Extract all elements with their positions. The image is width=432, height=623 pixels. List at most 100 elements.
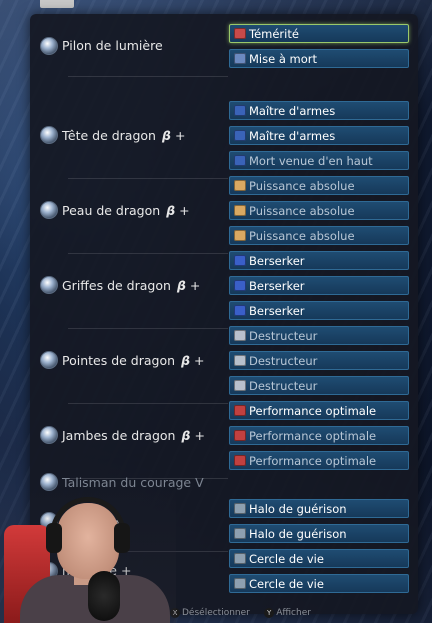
decoration-icon: [234, 528, 246, 539]
skill-slot[interactable]: Halo de guérison: [229, 524, 409, 543]
decoration-icon: [234, 180, 246, 191]
rank-beta: β: [176, 277, 186, 293]
decoration-icon: [234, 455, 246, 466]
piece-name: Tête de dragon: [62, 127, 156, 143]
skill-slot[interactable]: Destructeur: [229, 376, 409, 395]
skill-label: Témérité: [249, 26, 299, 41]
skill-label: Puissance absolue: [249, 203, 355, 218]
decoration-icon: [234, 430, 246, 441]
show-hint[interactable]: Afficher: [276, 608, 311, 618]
row-divider: [68, 253, 228, 254]
armor-piece-icon: [40, 426, 58, 444]
skill-slot[interactable]: Berserker: [229, 276, 409, 295]
skill-label: Destructeur: [249, 353, 318, 368]
decoration-icon: [234, 28, 246, 39]
skill-label: Destructeur: [249, 328, 318, 343]
piece-name: Griffes de dragon: [62, 277, 171, 293]
skill-label: Halo de guérison: [249, 526, 347, 541]
decoration-icon: [234, 330, 246, 341]
rank-plus: +: [194, 427, 205, 443]
piece-name: Pointes de dragon: [62, 352, 176, 368]
skill-label: Performance optimale: [249, 428, 377, 443]
skill-slot[interactable]: Puissance absolue: [229, 226, 409, 245]
rank-beta: β: [181, 427, 191, 443]
rank-plus: +: [174, 127, 186, 143]
skill-label: Puissance absolue: [249, 228, 355, 243]
rank-beta: β: [181, 352, 191, 368]
skill-label: Berserker: [249, 278, 305, 293]
equipment-piece[interactable]: Peau de dragon β +: [40, 201, 190, 219]
skill-label: Puissance absolue: [249, 178, 355, 193]
decoration-icon: [234, 578, 246, 589]
decoration-icon: [234, 130, 246, 141]
decoration-icon: [234, 405, 246, 416]
headset-right-ear: [114, 523, 130, 553]
skill-slot[interactable]: Destructeur: [229, 326, 409, 345]
piece-name: Jambes de dragon: [62, 427, 176, 443]
skill-slot[interactable]: Performance optimale: [229, 426, 409, 445]
skill-slot[interactable]: Performance optimale: [229, 401, 409, 420]
armor-piece-icon: [40, 351, 58, 369]
skill-label: Mort venue d'en haut: [249, 153, 373, 168]
skill-slot[interactable]: Témérité: [229, 24, 409, 43]
skill-slot[interactable]: Mise à mort: [229, 49, 409, 68]
piece-name: Peau de dragon: [62, 202, 161, 218]
skill-slot[interactable]: Destructeur: [229, 351, 409, 370]
skill-slot[interactable]: Puissance absolue: [229, 176, 409, 195]
equipment-piece[interactable]: Griffes de dragon β +: [40, 276, 200, 294]
skill-label: Halo de guérison: [249, 501, 347, 516]
skill-label: Cercle de vie: [249, 576, 324, 591]
decoration-icon: [234, 155, 246, 166]
row-divider: [68, 178, 228, 179]
skill-label: Berserker: [249, 303, 305, 318]
skill-slot[interactable]: Puissance absolue: [229, 201, 409, 220]
armor-piece-icon: [40, 201, 58, 219]
skill-label: Performance optimale: [249, 453, 377, 468]
armor-piece-icon: [40, 36, 58, 55]
rank-plus: +: [189, 277, 201, 293]
decoration-icon: [234, 355, 246, 366]
skill-label: Cercle de vie: [249, 551, 324, 566]
decoration-icon: [234, 230, 246, 241]
rank-beta: β: [166, 202, 176, 218]
skill-slot[interactable]: Maître d'armes: [229, 101, 409, 120]
decoration-icon: [234, 53, 246, 64]
equipment-piece[interactable]: Tête de dragon β +: [40, 126, 185, 144]
skill-slot[interactable]: Cercle de vie: [229, 574, 409, 593]
skill-slot[interactable]: Mort venue d'en haut: [229, 151, 409, 170]
decoration-icon: [234, 503, 246, 514]
footer-hints: XDésélectionner YAfficher: [170, 608, 311, 618]
rank-plus: +: [179, 202, 190, 218]
menu-tab-icon: [40, 0, 74, 8]
armor-piece-icon: [40, 126, 58, 144]
decoration-icon: [234, 305, 246, 316]
skill-label: Mise à mort: [249, 51, 318, 66]
equipment-piece[interactable]: Jambes de dragon β +: [40, 426, 205, 444]
y-button-icon: Y: [264, 608, 275, 618]
skill-slot[interactable]: Berserker: [229, 251, 409, 270]
skill-label: Berserker: [249, 253, 305, 268]
row-divider: [68, 328, 228, 329]
row-divider: [68, 76, 228, 77]
deselect-hint[interactable]: Désélectionner: [182, 608, 250, 618]
rank-plus: +: [194, 352, 205, 368]
microphone-icon: [88, 571, 120, 621]
decoration-icon: [234, 380, 246, 391]
skill-label: Destructeur: [249, 378, 318, 393]
decoration-icon: [234, 255, 246, 266]
decoration-icon: [234, 105, 246, 116]
equipment-piece[interactable]: Pointes de dragon β +: [40, 351, 205, 369]
armor-piece-icon: [40, 276, 58, 294]
headset-left-ear: [46, 523, 62, 553]
skill-slot[interactable]: Cercle de vie: [229, 549, 409, 568]
equipment-piece[interactable]: Pilon de lumière: [40, 36, 163, 55]
decoration-icon: [234, 205, 246, 216]
skill-label: Performance optimale: [249, 403, 377, 418]
skill-slot[interactable]: Berserker: [229, 301, 409, 320]
piece-name: Pilon de lumière: [62, 38, 163, 53]
skill-slot[interactable]: Performance optimale: [229, 451, 409, 470]
skill-label: Maître d'armes: [249, 103, 336, 118]
decoration-icon: [234, 553, 246, 564]
skill-slot[interactable]: Halo de guérison: [229, 499, 409, 518]
skill-slot[interactable]: Maître d'armes: [229, 126, 409, 145]
